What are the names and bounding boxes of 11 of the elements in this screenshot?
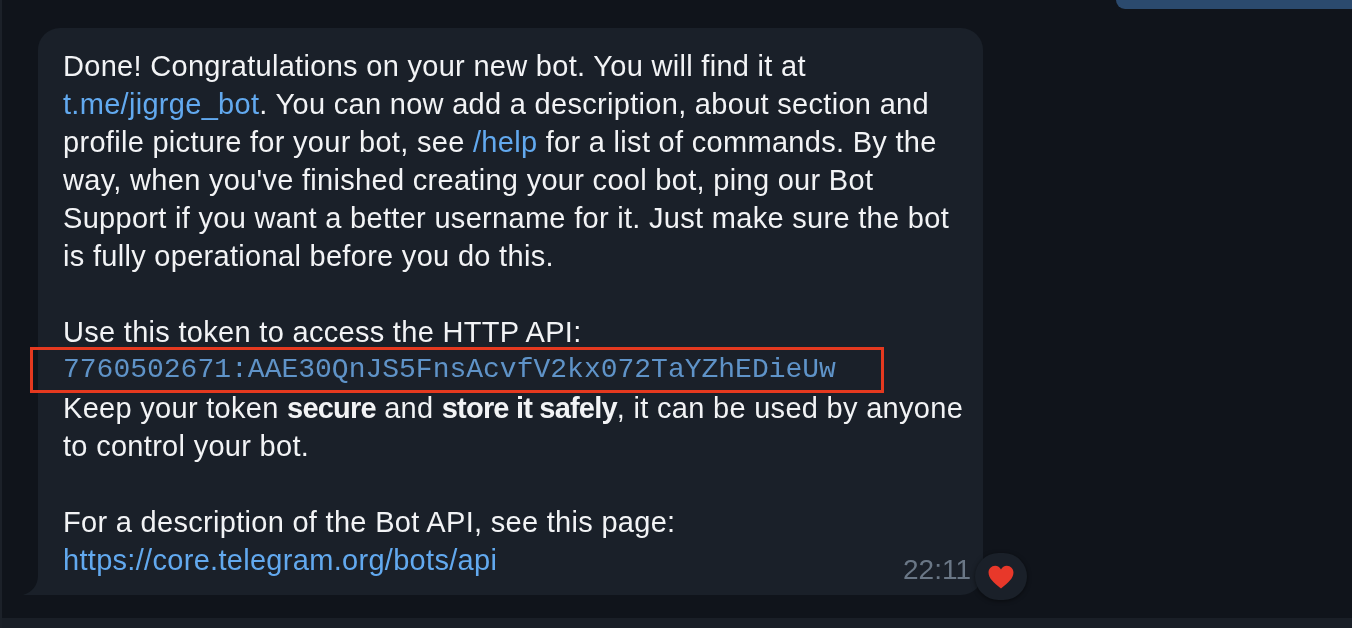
link[interactable]: t.me/jigrge_bot	[63, 88, 260, 120]
link[interactable]: https://core.telegram.org/bots/api	[63, 541, 498, 579]
link[interactable]: /help	[472, 126, 538, 158]
api-token: 7760502671:AAE30QnJS5FnsAcvfV2kx072TaYZhEDieUw	[63, 353, 836, 387]
heart-icon	[988, 564, 1014, 589]
message-text: Done! Congratulations on your new bot. You will find it at t.me/jigrge_bot. You can now add a description, about section and profile picture for your bot, see /help for a list of commands. By the way, when you've finished creating your cool bot, ping our Bot Support if you want a better username for it. Just make sure the bot is fully operational before you do this.	[63, 49, 950, 274]
reaction-button[interactable]	[975, 553, 1027, 600]
message-text: Keep your token secure and store it safely, it can be used by anyone to control your bot.	[63, 391, 965, 464]
message-time: 22:11	[903, 555, 971, 585]
message-text: Use this token to access the HTTP API:	[63, 315, 583, 350]
message-text: For a description of the Bot API, see this page:	[63, 505, 677, 540]
